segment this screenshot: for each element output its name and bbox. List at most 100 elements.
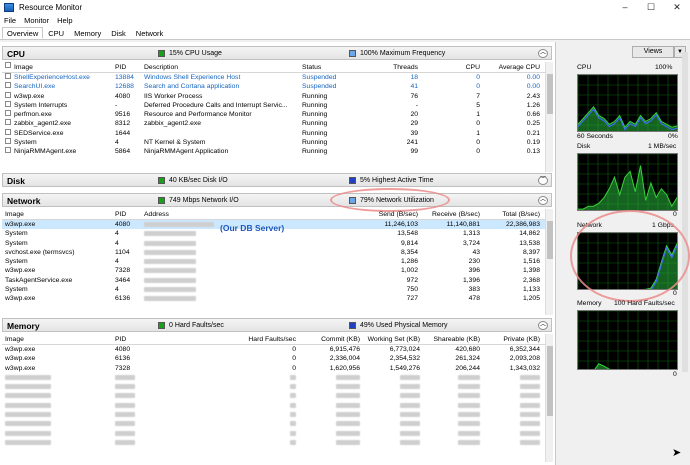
table-row[interactable] [2,373,552,382]
table-row[interactable]: System 4 750 383 1,133 [2,285,552,294]
row-checkbox[interactable] [5,147,11,154]
cell-image: System [5,239,28,247]
scroll-thumb[interactable] [547,74,553,114]
table-row[interactable]: System Interrupts - Deferred Procedure Cal… [2,100,552,110]
col-total[interactable]: Total (B/sec) [484,209,540,220]
table-row[interactable]: w3wp.exe 6136 727 478 1,205 [2,294,552,303]
network-section-header[interactable]: Network 749 Mbps Network I/O 79% Network… [2,193,552,207]
table-row[interactable]: zabbix_agent2.exe 8312 zabbix_agent2.exe Ru… [2,119,552,128]
col-working-set[interactable]: Working Set (KB) [362,334,420,345]
col-image[interactable]: Image [5,334,105,345]
table-row[interactable]: ShellExperienceHost.exe 13884 Windows Shel… [2,73,552,82]
col-commit[interactable]: Commit (KB) [298,334,360,345]
col-shareable[interactable]: Shareable (KB) [422,334,480,345]
table-row[interactable] [2,419,552,428]
views-button[interactable]: Views [632,46,674,58]
col-average-cpu[interactable]: Average CPU [484,62,540,73]
redacted-cell [520,374,540,380]
row-checkbox[interactable] [5,138,11,145]
col-receive[interactable]: Receive (B/sec) [422,209,480,220]
table-row[interactable]: SEDService.exe 1644 Running 39 1 0.21 [2,128,552,138]
cell-average-cpu: 0.66 [526,111,540,119]
table-row[interactable]: System 4 1,286 230 1,516 [2,257,552,266]
redacted-cell [520,439,540,445]
select-all-checkbox[interactable] [5,62,11,68]
table-row[interactable]: w3wp.exe 7328 0 1,620,956 1,549,276 206,244 1,… [2,364,552,373]
hard-faults-meter: 0 Hard Faults/sec [158,322,224,329]
cell-working-set: 6,773,024 [389,346,420,353]
col-description[interactable]: Description [144,62,298,73]
table-row[interactable] [2,401,552,410]
cell-receive: 1,396 [462,276,480,284]
memory-scrollbar[interactable] [545,334,553,462]
tab-disk[interactable]: Disk [106,27,131,39]
cell-pid: 4 [115,239,119,247]
collapse-icon[interactable]: ︿ [538,321,548,330]
table-row[interactable] [2,382,552,391]
memory-graph-label: Memory [577,300,602,307]
table-row[interactable]: w3wp.exe 4080 0 6,915,476 6,773,024 420,680 6,… [2,345,552,354]
tab-network[interactable]: Network [131,27,169,39]
redacted-cell [5,430,51,436]
col-send[interactable]: Send (B/sec) [332,209,418,220]
cpu-scrollbar[interactable] [545,62,553,172]
memory-section-header[interactable]: Memory 0 Hard Faults/sec 49% Used Physic… [2,318,552,332]
cpu-section-header[interactable]: CPU 15% CPU Usage 100% Maximum Frequency… [2,46,552,60]
col-image[interactable]: Image [5,209,105,220]
physical-memory-text: 49% Used Physical Memory [360,322,448,329]
col-status[interactable]: Status [302,62,362,73]
table-row[interactable] [2,391,552,400]
table-row[interactable]: w3wp.exe 6136 0 2,336,004 2,354,532 261,324 2,… [2,354,552,363]
menu-file[interactable]: File [0,15,20,27]
scroll-thumb[interactable] [547,221,553,259]
maximize-button[interactable]: ☐ [640,0,662,15]
expand-icon[interactable]: ﹀ [538,176,548,185]
redacted-cell [290,430,296,436]
tab-cpu[interactable]: CPU [43,27,69,39]
cell-image: SearchUI.exe [14,83,56,91]
close-button[interactable]: ✕ [666,0,688,15]
col-address[interactable]: Address [144,209,264,220]
row-checkbox[interactable] [5,119,11,126]
table-row[interactable]: NinjaRMMAgent.exe 5864 NinjaRMMAgent Appli… [2,147,552,156]
col-threads[interactable]: Threads [372,62,418,73]
col-image[interactable]: Image [14,62,114,73]
row-checkbox[interactable] [5,91,11,98]
table-row[interactable] [2,410,552,419]
memory-table: Image PID Hard Faults/sec Commit (KB) Wo… [2,334,552,462]
menu-monitor[interactable]: Monitor [20,15,53,27]
table-row[interactable]: perfmon.exe 9516 Resource and Performance … [2,110,552,119]
menu-help[interactable]: Help [53,15,76,27]
table-row[interactable]: svchost.exe (termsvcs) 1104 8,354 43 8,397 [2,248,552,257]
table-row[interactable]: w3wp.exe 4080 IIS Worker Process Running 76 7… [2,91,552,101]
disk-section-header[interactable]: Disk 40 KB/sec Disk I/O 5% Highest Activ… [2,173,552,187]
table-row[interactable]: SearchUI.exe 12688 Search and Cortana appl… [2,82,552,91]
col-pid[interactable]: PID [115,209,141,220]
table-row[interactable]: w3wp.exe 7328 1,002 396 1,398 [2,266,552,275]
row-checkbox[interactable] [5,82,11,89]
collapse-icon[interactable]: ︿ [538,49,548,58]
table-row[interactable]: TaskAgentService.exe 3464 972 1,396 2,368 [2,276,552,285]
tab-overview[interactable]: Overview [2,27,44,39]
row-checkbox[interactable] [5,110,11,117]
network-scrollbar[interactable] [545,209,553,315]
redacted-cell [5,421,51,427]
collapse-icon[interactable]: ︿ [538,196,548,205]
col-hard-faults[interactable]: Hard Faults/sec [202,334,296,345]
col-private[interactable]: Private (KB) [484,334,540,345]
table-row[interactable] [2,429,552,438]
cell-working-set: 1,549,276 [389,364,420,372]
col-pid[interactable]: PID [115,62,141,73]
scroll-thumb[interactable] [547,346,553,416]
graphs-scrollbar[interactable] [682,52,688,372]
row-checkbox[interactable] [5,100,11,107]
col-pid[interactable]: PID [115,334,141,345]
tab-memory[interactable]: Memory [69,27,106,39]
row-checkbox[interactable] [5,73,11,79]
minimize-button[interactable]: – [614,0,636,15]
col-cpu[interactable]: CPU [432,62,480,73]
row-checkbox[interactable] [5,128,11,135]
table-row[interactable] [2,438,552,447]
table-row[interactable]: System 4 NT Kernel & System Running 241 0 0.19 [2,138,552,147]
table-row[interactable]: System 4 9,814 3,724 13,538 [2,239,552,248]
